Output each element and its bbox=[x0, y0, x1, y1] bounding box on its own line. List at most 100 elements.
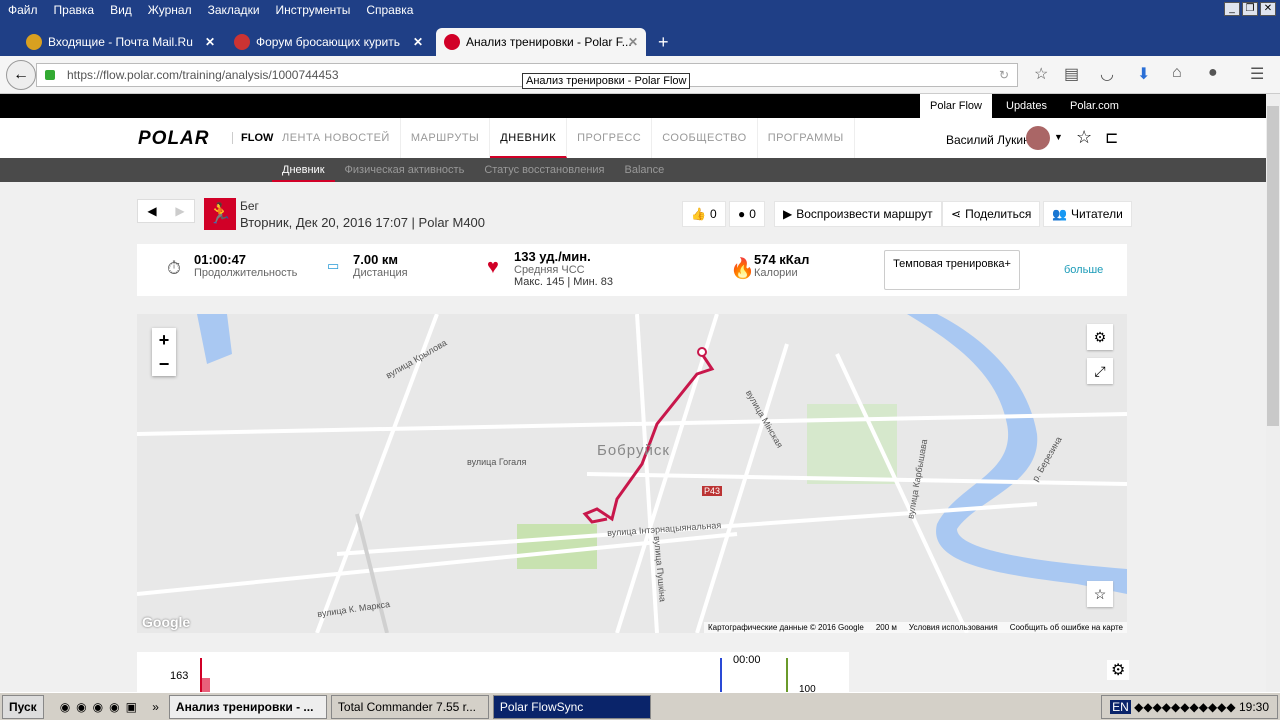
subnav-activity[interactable]: Физическая активность bbox=[335, 158, 475, 182]
route-map[interactable]: Бобруйск вулица Гогаля вулица Мінская ву… bbox=[137, 314, 1127, 633]
tab-mail[interactable]: Входящие - Почта Mail.Ru ✕ bbox=[18, 28, 223, 56]
nav-feed[interactable]: ЛЕНТА НОВОСТЕЙ bbox=[272, 118, 401, 158]
nav-community[interactable]: СООБЩЕСТВО bbox=[652, 118, 758, 158]
thumbs-up-icon: 👍 bbox=[691, 207, 706, 221]
menu-bar: Файл Правка Вид Журнал Закладки Инструме… bbox=[0, 0, 1280, 22]
distance-value: 7.00 км bbox=[353, 252, 399, 267]
notifications-icon[interactable]: ⊏ bbox=[1105, 128, 1118, 148]
link-polar-flow[interactable]: Polar Flow bbox=[920, 94, 992, 118]
quick-launch-icons[interactable]: ◉◉◉◉▣ » bbox=[60, 700, 165, 714]
lock-icon bbox=[45, 70, 55, 80]
menu-file[interactable]: Файл bbox=[8, 3, 38, 19]
hr-bar bbox=[202, 678, 210, 692]
nav-routes[interactable]: МАРШРУТЫ bbox=[401, 118, 491, 158]
reading-list-icon[interactable]: ▤ bbox=[1064, 64, 1079, 84]
mail-icon bbox=[26, 34, 42, 50]
page-scrollbar[interactable] bbox=[1266, 94, 1280, 692]
polar-topbar: Polar Flow Updates Polar.com bbox=[0, 94, 1266, 118]
scrollbar-thumb[interactable] bbox=[1267, 106, 1279, 426]
cursor-line[interactable] bbox=[720, 658, 722, 692]
heart-icon: ♥ bbox=[487, 256, 499, 278]
back-button[interactable]: ← bbox=[6, 60, 36, 90]
share-button[interactable]: ⋖ Поделиться bbox=[942, 201, 1041, 227]
chevron-down-icon[interactable]: ▼ bbox=[1054, 132, 1063, 142]
terms-link[interactable]: Условия использования bbox=[909, 623, 998, 632]
close-tab-icon[interactable]: ✕ bbox=[628, 35, 638, 49]
tab-forum[interactable]: Форум бросающих курить ✕ bbox=[226, 28, 431, 56]
replay-route-button[interactable]: ▶ Воспроизвести маршрут bbox=[774, 201, 942, 227]
subnav-recovery[interactable]: Статус восстановления bbox=[474, 158, 614, 182]
menu-tools[interactable]: Инструменты bbox=[276, 3, 351, 19]
prev-session-button[interactable]: ◀ bbox=[138, 200, 166, 222]
home-icon[interactable]: ⌂ bbox=[1172, 64, 1182, 82]
reload-icon[interactable]: ↻ bbox=[999, 68, 1009, 82]
favorites-star-icon[interactable]: ☆ bbox=[1076, 127, 1092, 148]
training-benefit-box[interactable]: Темповая тренировка+ bbox=[884, 250, 1020, 290]
forum-icon bbox=[234, 34, 250, 50]
like-button[interactable]: 👍 0 bbox=[682, 201, 726, 227]
map-canvas bbox=[137, 314, 1127, 633]
followers-label: Читатели bbox=[1070, 207, 1123, 221]
star-icon[interactable]: ☆ bbox=[1087, 581, 1113, 607]
menu-edit[interactable]: Правка bbox=[54, 3, 95, 19]
report-error-link[interactable]: Сообщить об ошибке на карте bbox=[1010, 623, 1123, 632]
tab-polar[interactable]: Анализ тренировки - Polar F... ✕ bbox=[436, 28, 646, 56]
subnav-balance[interactable]: Balance bbox=[615, 158, 675, 182]
hamburger-menu-icon[interactable]: ☰ bbox=[1250, 64, 1264, 84]
next-session-button[interactable]: ▶ bbox=[166, 200, 194, 222]
minimize-button[interactable]: _ bbox=[1224, 2, 1240, 16]
share-icon: ⋖ bbox=[951, 207, 962, 221]
start-button[interactable]: Пуск bbox=[2, 694, 44, 719]
followers-button[interactable]: 👥 Читатели bbox=[1043, 201, 1132, 227]
site-header: POLAR FLOW ЛЕНТА НОВОСТЕЙ МАРШРУТЫ ДНЕВН… bbox=[0, 118, 1266, 158]
bookmark-star-icon[interactable]: ☆ bbox=[1034, 64, 1048, 84]
y-tick-label: 163 bbox=[170, 670, 189, 682]
flame-icon: 🔥 bbox=[730, 258, 755, 280]
comment-button[interactable]: ● 0 bbox=[729, 201, 765, 227]
nav-diary[interactable]: ДНЕВНИК bbox=[490, 118, 568, 158]
polar-logo[interactable]: POLAR bbox=[138, 128, 210, 150]
zoom-in-button[interactable]: + bbox=[152, 328, 176, 352]
language-indicator[interactable]: EN bbox=[1110, 700, 1131, 714]
task-firefox[interactable]: Анализ тренировки - ... bbox=[168, 694, 327, 719]
restore-button[interactable]: ❐ bbox=[1242, 2, 1258, 16]
map-attribution: Картографические данные © 2016 Google 200… bbox=[703, 622, 1127, 633]
duration-stat: 01:00:47 Продолжительность bbox=[194, 252, 297, 279]
tray-icons[interactable]: ◆◆◆◆◆◆◆◆◆◆◆ bbox=[1134, 700, 1236, 714]
task-flowsync[interactable]: Polar FlowSync bbox=[492, 694, 651, 719]
subnav-diary[interactable]: Дневник bbox=[272, 158, 335, 182]
zoom-out-button[interactable]: − bbox=[152, 352, 176, 376]
more-link[interactable]: больше bbox=[1064, 264, 1103, 276]
link-updates[interactable]: Updates bbox=[996, 94, 1057, 118]
comment-count: 0 bbox=[749, 207, 756, 221]
menu-help[interactable]: Справка bbox=[366, 3, 413, 19]
zoom-control: + − bbox=[152, 328, 176, 376]
chat-icon[interactable]: ● bbox=[1208, 64, 1218, 82]
tooltip: Анализ тренировки - Polar Flow bbox=[522, 73, 691, 89]
new-tab-button[interactable]: + bbox=[650, 28, 677, 56]
download-icon[interactable]: ⬇ bbox=[1137, 64, 1150, 84]
duration-value: 01:00:47 bbox=[194, 252, 247, 267]
close-tab-icon[interactable]: ✕ bbox=[413, 35, 423, 49]
link-polar-com[interactable]: Polar.com bbox=[1060, 94, 1129, 118]
hr-value: 133 уд./мин. bbox=[514, 249, 591, 264]
task-total-commander[interactable]: Total Commander 7.55 r... bbox=[330, 694, 489, 719]
fullscreen-icon[interactable]: ⤢ bbox=[1087, 358, 1113, 384]
marker-line bbox=[786, 658, 788, 692]
menu-bookmarks[interactable]: Закладки bbox=[208, 3, 260, 19]
pocket-icon[interactable]: ◡ bbox=[1100, 64, 1114, 84]
user-name[interactable]: Василий Лукин bbox=[946, 133, 1030, 147]
chart-settings-icon[interactable]: ⚙ bbox=[1107, 660, 1130, 680]
street-label: вулица Гогаля bbox=[467, 457, 527, 467]
close-tab-icon[interactable]: ✕ bbox=[205, 35, 215, 49]
menu-view[interactable]: Вид bbox=[110, 3, 132, 19]
close-window-button[interactable]: ✕ bbox=[1260, 2, 1276, 16]
distance-icon: ▭ bbox=[327, 258, 340, 273]
park bbox=[807, 404, 897, 484]
nav-progress[interactable]: ПРОГРЕСС bbox=[567, 118, 653, 158]
locate-icon[interactable]: ⚙ bbox=[1087, 324, 1113, 350]
nav-programs[interactable]: ПРОГРАММЫ bbox=[758, 118, 855, 158]
menu-history[interactable]: Журнал bbox=[148, 3, 192, 19]
cursor-time: 00:00 bbox=[733, 654, 761, 666]
avatar[interactable] bbox=[1026, 126, 1050, 150]
